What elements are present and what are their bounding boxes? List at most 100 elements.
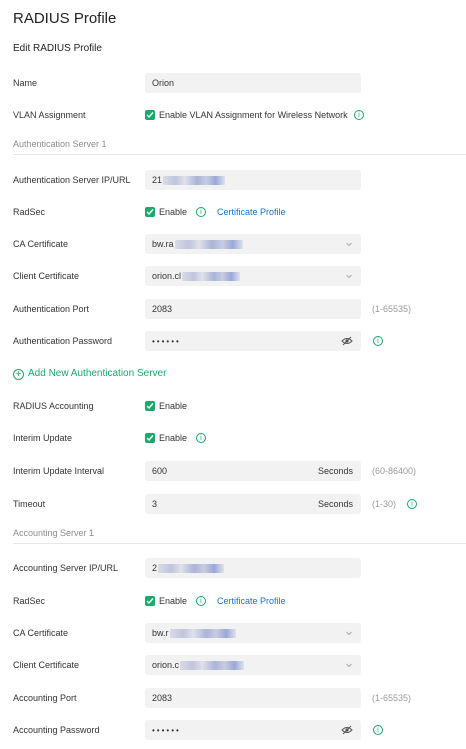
checkmark-icon [146,112,154,119]
name-label: Name [13,78,38,88]
redacted-blur [163,176,226,186]
auth-ca-cert-value: bw.ra [152,239,174,249]
redacted-blur [169,629,236,639]
acct-password-row: Accounting Password •••••• i [0,719,466,741]
interim-interval-row: Interim Update Interval 600 Seconds (60-8… [0,460,466,482]
acct-client-cert-select[interactable]: orion.c [145,655,361,675]
auth-ca-cert-row: CA Certificate bw.ra [0,233,466,255]
acct-ca-cert-select[interactable]: bw.r [145,623,361,643]
auth-client-cert-label: Client Certificate [13,271,80,281]
interim-interval-value: 600 [152,466,168,476]
info-icon[interactable]: i [196,207,206,217]
redacted-blur [158,564,225,574]
acct-radsec-label: RadSec [13,596,46,606]
auth-ip-row: Authentication Server IP/URL 21 [0,169,466,191]
acct-radsec-checkbox[interactable] [145,596,155,606]
auth-client-cert-select[interactable]: orion.cl [145,266,361,286]
interim-update-label: Interim Update [13,433,73,443]
chevron-down-icon [346,631,352,636]
interim-interval-label: Interim Update Interval [13,466,105,476]
checkmark-icon [146,209,154,216]
vlan-checkbox-label: Enable VLAN Assignment for Wireless Netw… [159,110,348,120]
eye-off-icon[interactable] [341,336,353,346]
acct-radsec-row: RadSec Enable i Certificate Profile [0,590,466,612]
auth-password-row: Authentication Password •••••• i [0,330,466,352]
page-subtitle: Edit RADIUS Profile [13,43,102,54]
auth-radsec-checkbox[interactable] [145,207,155,217]
timeout-value: 3 [152,499,158,509]
interim-interval-unit: Seconds [317,466,353,476]
radius-accounting-checkbox[interactable] [145,401,155,411]
vlan-row: VLAN Assignment Enable VLAN Assignment f… [0,104,466,126]
chevron-down-icon [346,242,352,247]
auth-certificate-profile-link[interactable]: Certificate Profile [217,201,286,223]
timeout-unit: Seconds [317,499,353,509]
info-icon[interactable]: i [354,110,364,120]
acct-port-label: Accounting Port [13,693,77,703]
plus-circle-icon: + [13,369,24,380]
redacted-blur [180,661,245,671]
name-input[interactable]: Orion [145,73,361,93]
auth-password-value: •••••• [152,337,181,346]
auth-ca-cert-select[interactable]: bw.ra [145,234,361,254]
acct-radsec-checkbox-label: Enable [159,596,188,606]
auth-radsec-row: RadSec Enable i Certificate Profile [0,201,466,223]
radius-accounting-checkbox-label: Enable [159,401,188,411]
auth-server-section-title: Authentication Server 1 [13,139,107,149]
eye-off-icon[interactable] [341,725,353,735]
info-icon[interactable]: i [407,499,417,509]
checkmark-icon [146,403,154,410]
acct-server-section-title: Accounting Server 1 [13,528,95,538]
interim-update-checkbox-label: Enable [159,433,188,443]
checkmark-icon [146,435,154,442]
auth-password-label: Authentication Password [13,336,113,346]
acct-client-cert-row: Client Certificate orion.c [0,654,466,676]
radius-accounting-row: RADIUS Accounting Enable [0,395,466,417]
auth-port-label: Authentication Port [13,304,90,314]
timeout-label: Timeout [13,499,46,509]
chevron-down-icon [346,274,352,279]
timeout-hint: (1-30) [372,499,397,509]
acct-ca-cert-row: CA Certificate bw.r [0,622,466,644]
acct-client-cert-value: orion.c [152,660,180,670]
acct-password-value: •••••• [152,726,181,735]
checkmark-icon [146,598,154,605]
info-icon[interactable]: i [373,336,383,346]
acct-ip-input[interactable]: 2 [145,558,361,578]
section-divider [13,543,466,544]
acct-port-hint: (1-65535) [372,693,412,703]
auth-password-input[interactable]: •••••• [145,331,361,351]
interim-interval-input[interactable]: 600 Seconds [145,461,361,481]
acct-port-input[interactable]: 2083 [145,688,361,708]
redacted-blur [174,240,243,250]
auth-client-cert-row: Client Certificate orion.cl [0,265,466,287]
acct-client-cert-label: Client Certificate [13,660,80,670]
auth-ip-label: Authentication Server IP/URL [13,175,131,185]
auth-client-cert-value: orion.cl [152,271,182,281]
interim-update-checkbox[interactable] [145,433,155,443]
acct-ip-row: Accounting Server IP/URL 2 [0,557,466,579]
page-title: RADIUS Profile [13,10,117,27]
info-icon[interactable]: i [196,433,206,443]
add-server-label: Add New Authentication Server [28,368,167,379]
auth-port-input[interactable]: 2083 [145,299,361,319]
acct-password-input[interactable]: •••••• [145,720,361,740]
info-icon[interactable]: i [196,596,206,606]
add-authentication-server-button[interactable]: + Add New Authentication Server [13,366,166,382]
acct-certificate-profile-link[interactable]: Certificate Profile [217,590,286,612]
auth-port-row: Authentication Port 2083 (1-65535) [0,298,466,320]
acct-ip-label: Accounting Server IP/URL [13,563,119,573]
info-icon[interactable]: i [373,725,383,735]
vlan-label: VLAN Assignment [13,110,86,120]
section-divider [13,154,466,155]
auth-ca-cert-label: CA Certificate [13,239,69,249]
chevron-down-icon [346,663,352,668]
interim-update-row: Interim Update Enable i [0,427,466,449]
acct-ip-value: 2 [152,563,158,573]
acct-ca-cert-value: bw.r [152,628,169,638]
timeout-row: Timeout 3 Seconds (1-30) i [0,493,466,515]
vlan-checkbox[interactable] [145,110,155,120]
timeout-input[interactable]: 3 Seconds [145,494,361,514]
auth-ip-input[interactable]: 21 [145,170,361,190]
radius-accounting-label: RADIUS Accounting [13,401,94,411]
